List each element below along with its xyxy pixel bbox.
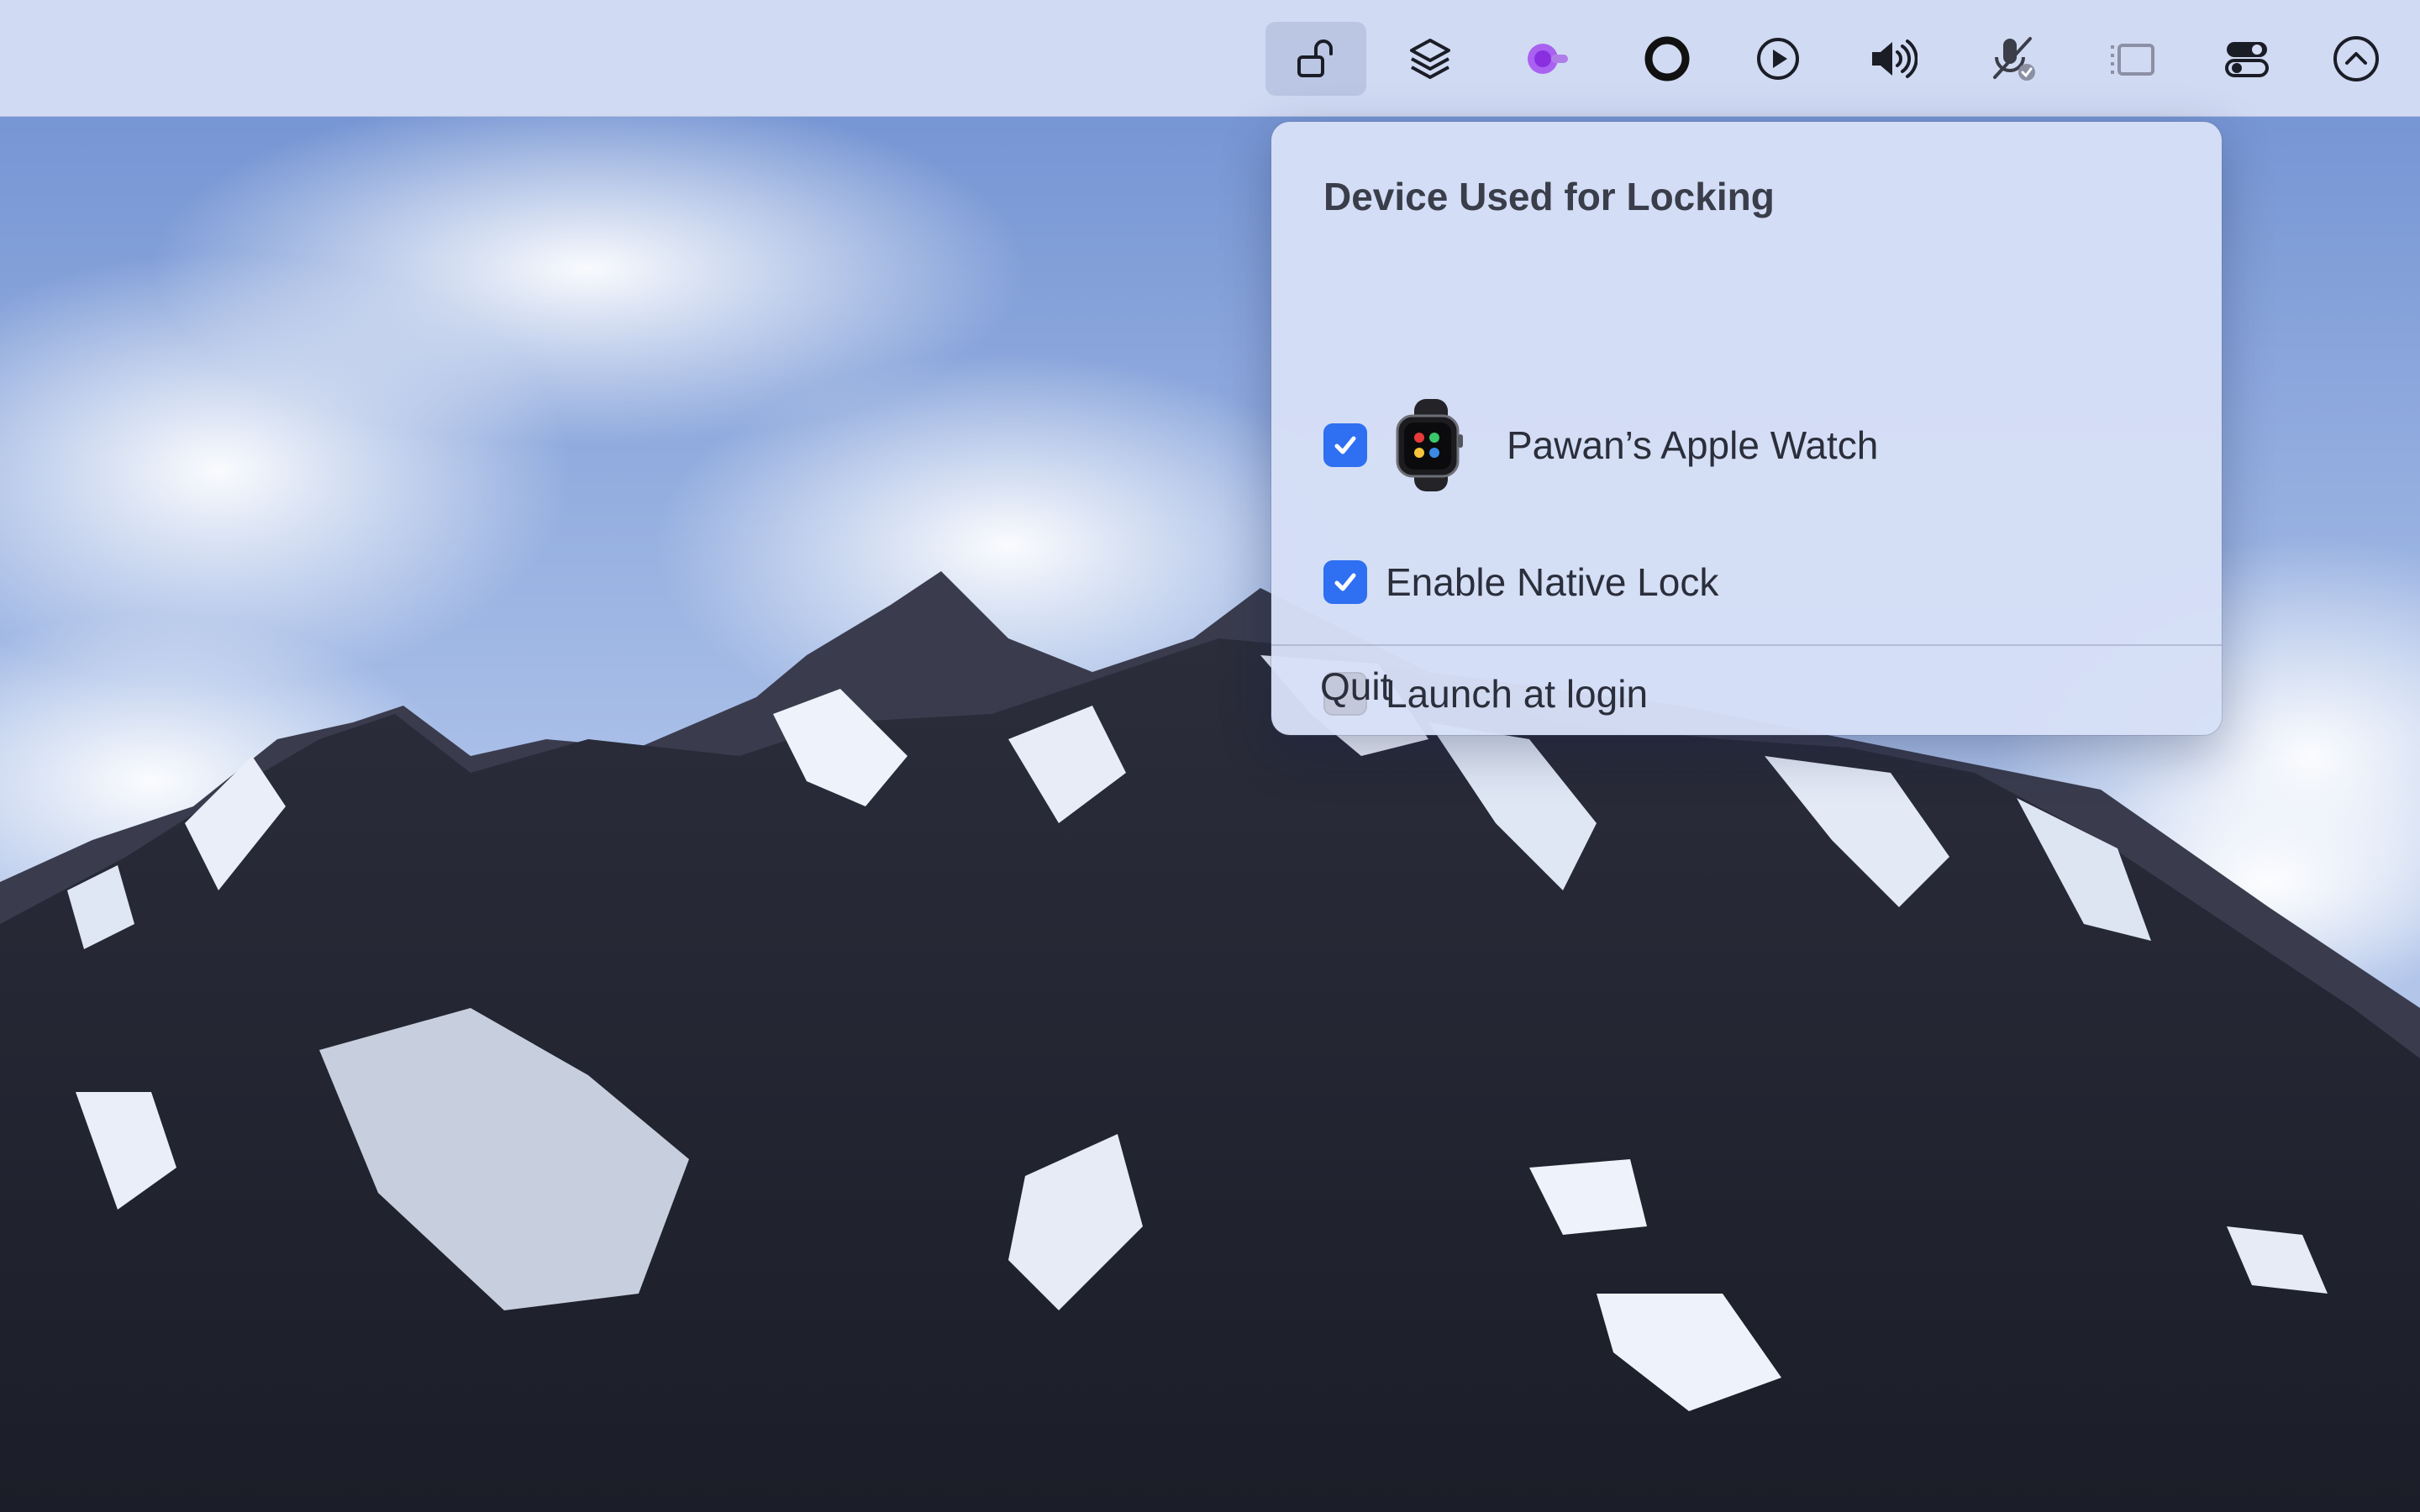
media-menu-extra[interactable] xyxy=(1728,22,1828,96)
launch-at-login-label: Launch at login xyxy=(1386,672,1649,716)
control-center-menu-extra[interactable] xyxy=(2196,22,2297,96)
lock-menu-extra[interactable] xyxy=(1265,22,1366,96)
mic-menu-extra[interactable] xyxy=(1963,22,2064,96)
device-checkbox[interactable] xyxy=(1323,423,1367,467)
speaker-icon xyxy=(1872,39,1918,78)
apple-watch-icon xyxy=(1396,399,1463,491)
menu-title: Device Used for Locking xyxy=(1323,175,1775,218)
lock-open-icon xyxy=(1297,39,1333,77)
record-circle-icon xyxy=(1644,36,1690,81)
chevron-up-circle-icon xyxy=(2333,36,2379,81)
device-row-apple-watch[interactable]: Pawan’s Apple Watch xyxy=(1323,399,1878,491)
menu-divider xyxy=(1271,644,2222,646)
stack-icon xyxy=(1410,39,1450,79)
sound-menu-extra[interactable] xyxy=(1842,22,1943,96)
stack-menu-extra[interactable] xyxy=(1380,22,1481,96)
enable-native-lock-label: Enable Native Lock xyxy=(1386,560,1719,604)
notification-center-menu-extra[interactable] xyxy=(2306,22,2407,96)
play-icon xyxy=(1757,38,1799,80)
checkmark-icon xyxy=(1334,436,1356,454)
sidebar-icon xyxy=(2111,44,2154,76)
checkmark-icon xyxy=(1334,573,1356,591)
menu-bar xyxy=(0,0,2420,117)
microphone-off-icon xyxy=(1993,37,2035,81)
record-menu-extra[interactable] xyxy=(1617,22,1718,96)
quit-menu-item[interactable]: Quit xyxy=(1320,664,1391,709)
app-dot-icon xyxy=(1528,44,1568,74)
app-dot-menu-extra[interactable] xyxy=(1496,22,1597,96)
control-center-icon xyxy=(2225,42,2269,77)
device-label: Pawan’s Apple Watch xyxy=(1507,423,1879,467)
enable-native-lock-checkbox[interactable] xyxy=(1323,560,1367,604)
enable-native-lock-row[interactable]: Enable Native Lock xyxy=(1323,559,1718,605)
sidebar-menu-extra[interactable] xyxy=(2082,22,2183,96)
lock-dropdown-menu: Device Used for Locking Pawan’s Apple Wa… xyxy=(1271,122,2222,735)
